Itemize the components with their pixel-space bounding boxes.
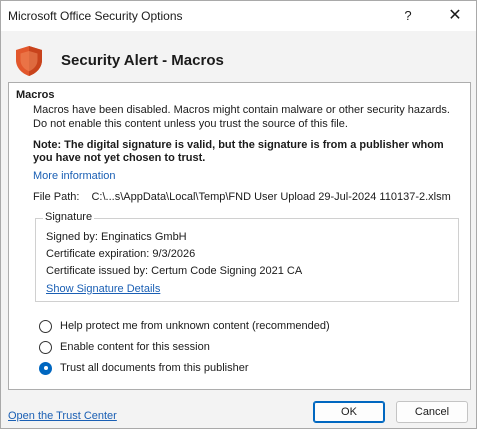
radio-button[interactable]	[39, 340, 52, 354]
ok-button[interactable]: OK	[313, 401, 385, 423]
certificate-issuer: Certificate issued by: Certum Code Signi…	[46, 265, 303, 277]
signed-by: Signed by: Enginatics GmbH	[46, 231, 187, 243]
cancel-button[interactable]: Cancel	[396, 401, 468, 423]
content-panel: Macros Macros have been disabled. Macros…	[8, 82, 471, 390]
alert-title: Security Alert - Macros	[61, 52, 224, 69]
file-path-row: File Path: C:\...s\AppData\Local\Temp\FND…	[33, 191, 451, 203]
certificate-expiration: Certificate expiration: 9/3/2026	[46, 248, 196, 260]
section-title: Macros	[16, 89, 55, 101]
window-title: Microsoft Office Security Options	[8, 9, 183, 23]
radio-button[interactable]	[39, 319, 52, 333]
signature-note: Note: The digital signature is valid, bu…	[33, 139, 444, 164]
option-label: Help protect me from unknown content (re…	[60, 320, 330, 332]
shield-icon	[16, 46, 42, 76]
file-path-value: C:\...s\AppData\Local\Temp\FND User Uplo…	[91, 191, 451, 203]
option-protect-unknown[interactable]: Help protect me from unknown content (re…	[39, 318, 330, 334]
help-button[interactable]: ?	[395, 5, 421, 27]
radio-button-selected[interactable]	[39, 361, 52, 375]
option-label: Enable content for this session	[60, 341, 210, 353]
close-button[interactable]: ✕	[438, 5, 472, 27]
open-trust-center-link[interactable]: Open the Trust Center	[8, 410, 117, 422]
file-path-label: File Path:	[33, 191, 80, 203]
show-signature-details-link[interactable]: Show Signature Details	[46, 283, 160, 295]
macros-description: Macros have been disabled. Macros might …	[33, 104, 450, 130]
option-enable-session[interactable]: Enable content for this session	[39, 339, 210, 355]
signature-group: Signature Signed by: Enginatics GmbH Cer…	[35, 211, 459, 302]
more-information-link[interactable]: More information	[33, 170, 116, 182]
signature-legend: Signature	[43, 211, 95, 223]
title-bar: Microsoft Office Security Options ? ✕	[1, 1, 476, 31]
security-options-dialog: Microsoft Office Security Options ? ✕ Se…	[0, 0, 477, 429]
alert-header: Security Alert - Macros	[1, 31, 476, 78]
option-label: Trust all documents from this publisher	[60, 362, 249, 374]
option-trust-publisher[interactable]: Trust all documents from this publisher	[39, 360, 249, 376]
